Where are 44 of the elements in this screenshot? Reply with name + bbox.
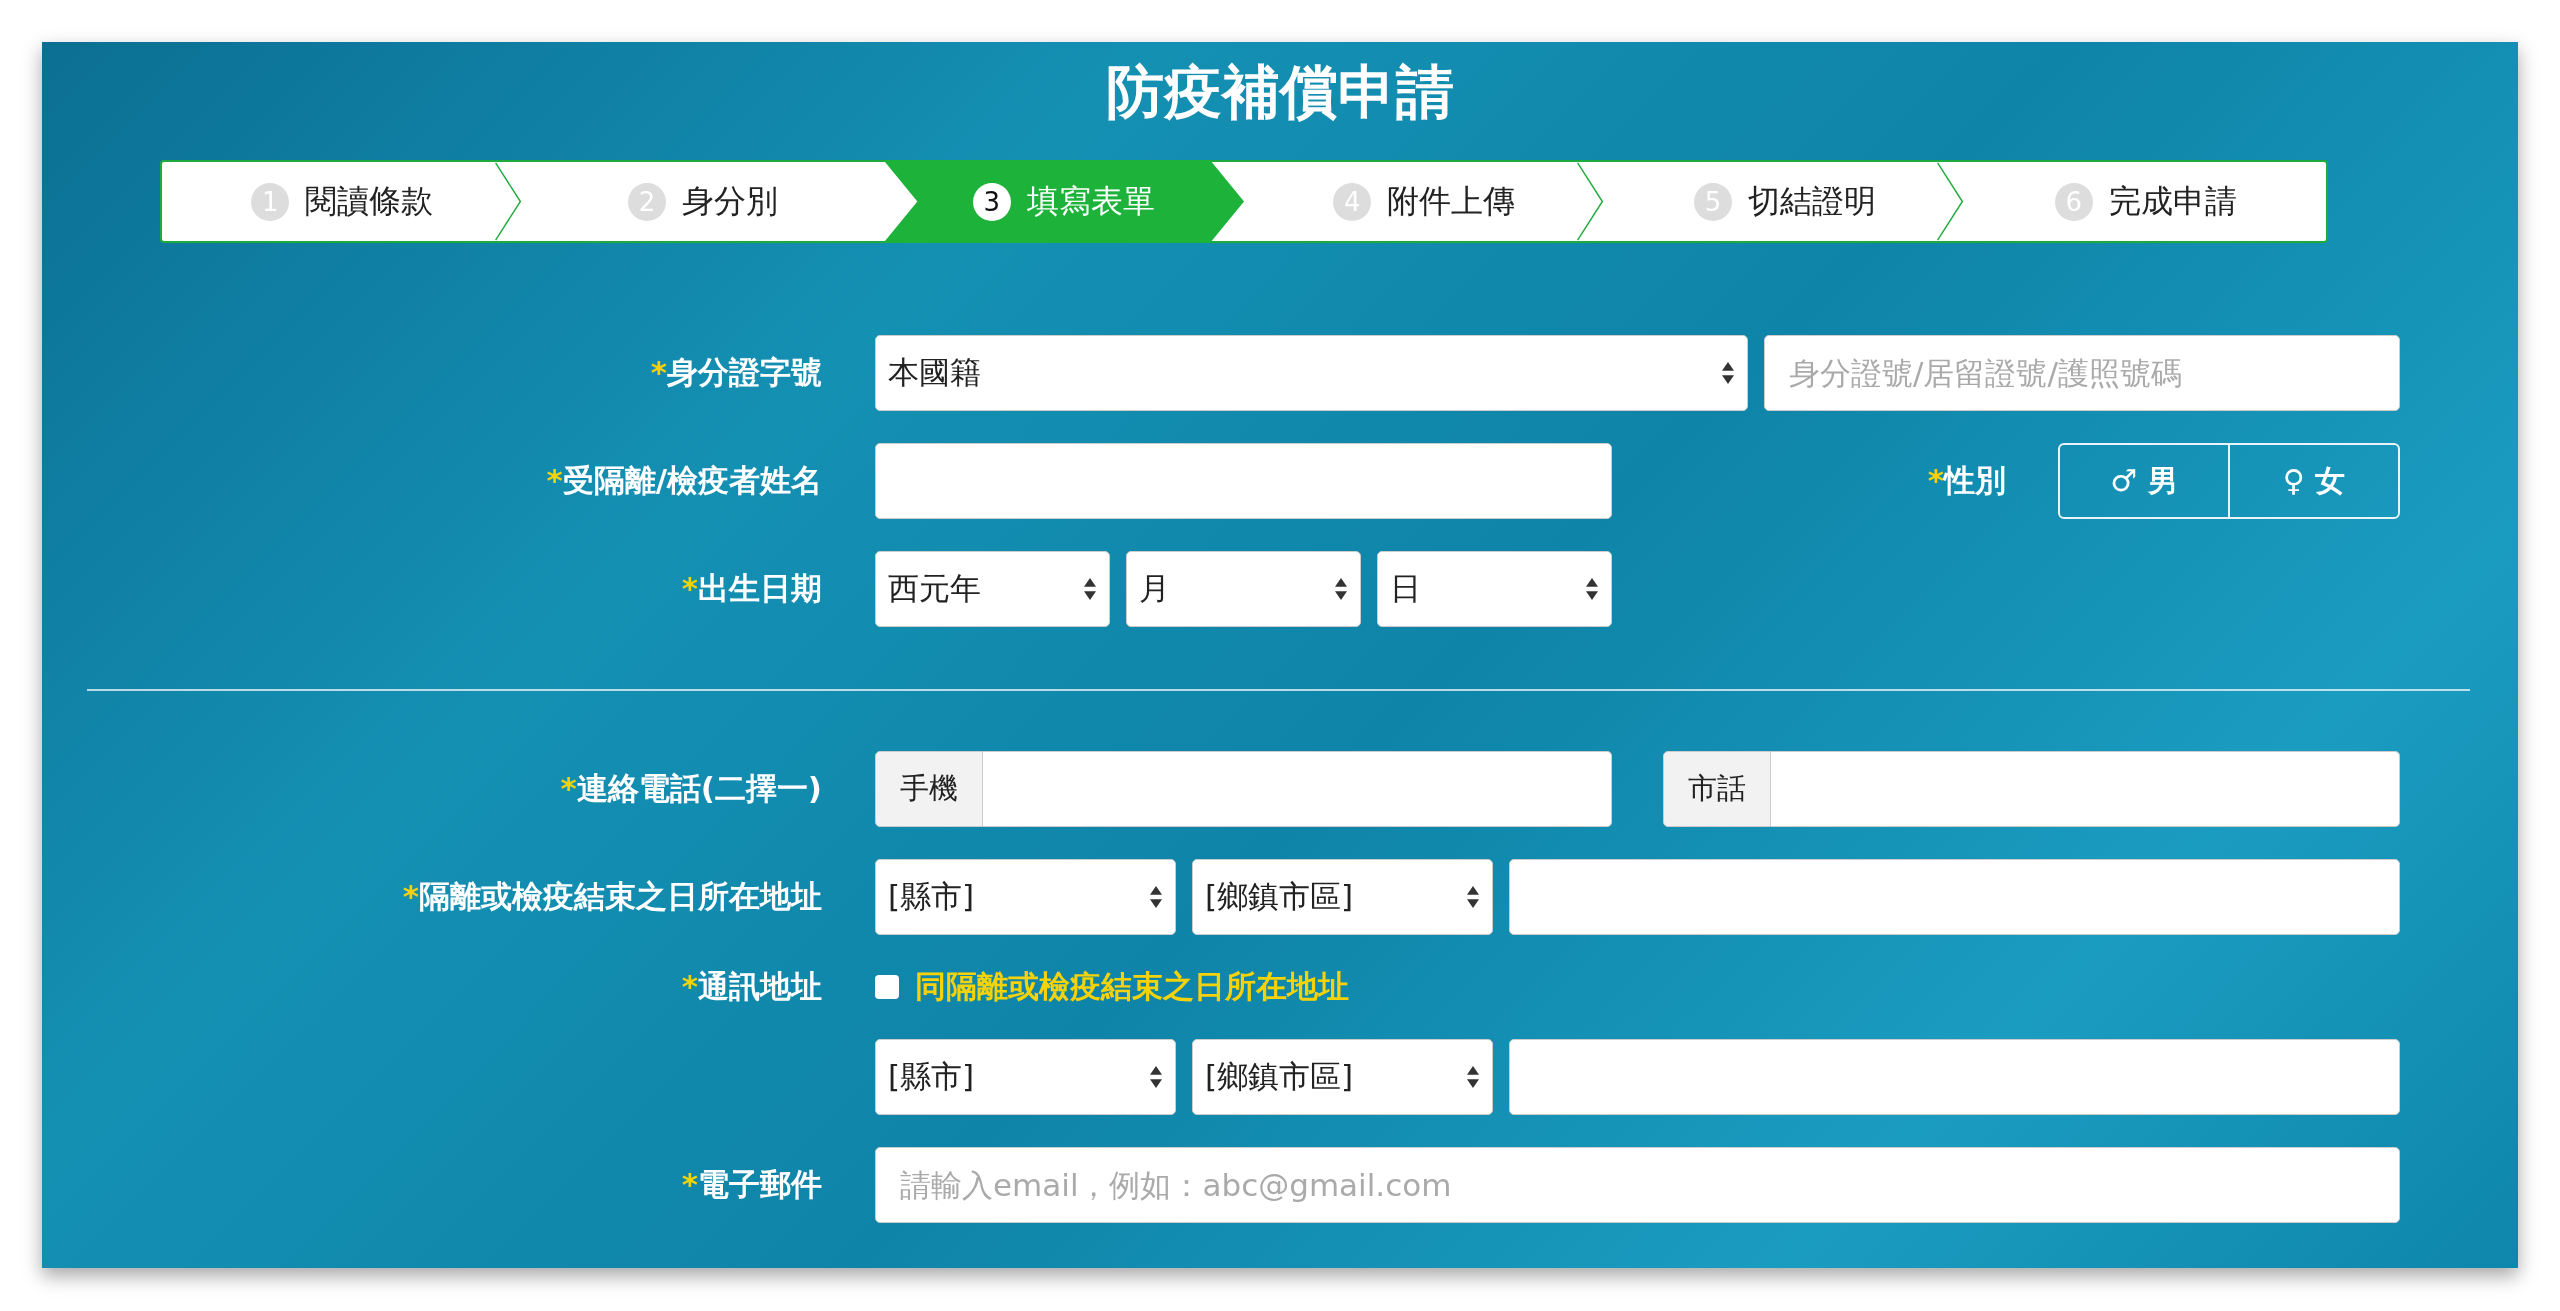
dropdown[interactable]: 日	[1377, 551, 1612, 627]
input-addon: 市話	[1663, 751, 1771, 827]
dropdown[interactable]: [縣市]	[875, 1039, 1176, 1115]
dropdown[interactable]: [鄉鎮市區]	[1192, 859, 1493, 935]
dropdown[interactable]: 西元年	[875, 551, 1110, 627]
dropdown[interactable]: [縣市]	[875, 859, 1176, 935]
dropdown[interactable]: [鄉鎮市區]	[1192, 1039, 1493, 1115]
step-label: 附件上傳	[1387, 180, 1516, 222]
dropdown-arrows-icon	[1466, 885, 1480, 909]
input-field[interactable]	[983, 751, 1612, 827]
dropdown-arrows-icon	[1334, 577, 1348, 601]
field-label: *通訊地址	[681, 967, 822, 1006]
step-label: 身分別	[682, 180, 778, 222]
field-label: *受隔離/檢疫者姓名	[546, 461, 822, 500]
step-label: 切結證明	[1748, 180, 1876, 222]
field-label: *身分證字號	[650, 353, 822, 392]
dropdown-arrows-icon	[1083, 577, 1097, 601]
field-label: *性別	[1927, 461, 2006, 500]
input-addon: 手機	[875, 751, 983, 827]
step-tab[interactable]: 3 填寫表單	[883, 160, 1244, 243]
dropdown-arrows-icon	[1721, 361, 1735, 385]
input-field[interactable]	[1509, 859, 2400, 935]
step-label: 完成申請	[2108, 180, 2237, 222]
dropdown[interactable]: 本國籍	[875, 335, 1748, 411]
gender-button[interactable]: ♂ 男	[2060, 445, 2228, 517]
dropdown-arrows-icon	[1585, 577, 1599, 601]
dropdown-arrows-icon	[1466, 1065, 1480, 1089]
field-label: *連絡電話(二擇一)	[560, 769, 822, 808]
checkbox[interactable]	[875, 975, 899, 999]
step-label: 閱讀條款	[305, 180, 434, 222]
step-number: 3	[972, 182, 1011, 221]
dropdown[interactable]: 月	[1126, 551, 1361, 627]
dropdown-arrows-icon	[1149, 885, 1163, 909]
page-title: 防疫補償申請	[1106, 57, 1454, 128]
input-field[interactable]	[1771, 751, 2400, 827]
field-label: *隔離或檢疫結束之日所在地址	[402, 877, 822, 916]
input-field[interactable]	[1509, 1039, 2400, 1115]
input-field[interactable]: 身分證號/居留證號/護照號碼	[1764, 335, 2400, 411]
input-field[interactable]	[875, 443, 1612, 519]
field-label: *電子郵件	[681, 1165, 822, 1204]
step-label: 填寫表單	[1026, 180, 1155, 222]
field-label: *出生日期	[681, 569, 822, 608]
input-field[interactable]: 請輸入email，例如：abc@gmail.com	[875, 1147, 2400, 1223]
dropdown-arrows-icon	[1149, 1065, 1163, 1089]
